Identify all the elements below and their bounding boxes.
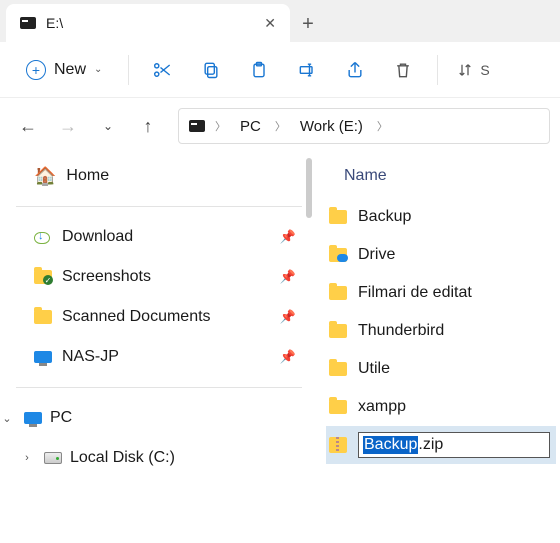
up-button[interactable]: ↑ [130, 108, 166, 144]
file-row[interactable]: Utile [326, 350, 556, 388]
sidebar-label: NAS-JP [62, 348, 270, 366]
pin-icon: 📌 [280, 309, 296, 325]
share-icon [345, 60, 365, 80]
monitor-icon [34, 351, 52, 363]
sidebar-item-localdisk[interactable]: › Local Disk (C:) [16, 438, 302, 478]
cut-button[interactable] [143, 52, 183, 88]
folder-icon [329, 286, 347, 300]
file-row[interactable]: xampp [326, 388, 556, 426]
tab-active[interactable]: E:\ ✕ [6, 4, 290, 42]
file-row[interactable]: Filmari de editat [326, 274, 556, 312]
chevron-down-icon: ⌄ [94, 64, 102, 75]
file-name: Drive [358, 246, 395, 264]
pin-icon: 📌 [280, 349, 296, 365]
nav-bar: ← → ⌄ ↑ 〉 PC 〉 Work (E:) 〉 [0, 98, 560, 154]
chevron-down-icon[interactable]: ⌄ [0, 412, 16, 425]
address-bar[interactable]: 〉 PC 〉 Work (E:) 〉 [178, 108, 550, 144]
separator [128, 55, 129, 85]
sidebar-label: Download [62, 228, 270, 246]
sidebar-label: Scanned Documents [62, 308, 270, 326]
sidebar-label: Screenshots [62, 268, 270, 286]
file-row[interactable]: Thunderbird [326, 312, 556, 350]
rename-rest-text: .zip [418, 436, 443, 454]
pc-icon [24, 412, 42, 424]
back-button[interactable]: ← [10, 108, 46, 144]
copy-button[interactable] [191, 52, 231, 88]
file-name: Filmari de editat [358, 284, 472, 302]
file-name: xampp [358, 398, 406, 416]
divider [16, 206, 302, 207]
sidebar-label: PC [50, 409, 296, 427]
folder-icon [329, 400, 347, 414]
separator [437, 55, 438, 85]
scissors-icon [153, 60, 173, 80]
clipboard-icon [249, 60, 269, 80]
chevron-right-icon: 〉 [373, 118, 392, 134]
chevron-right-icon: 〉 [271, 118, 290, 134]
sort-icon [456, 61, 474, 79]
folder-icon [329, 210, 347, 224]
folder-icon [329, 324, 347, 338]
close-icon[interactable]: ✕ [264, 15, 276, 32]
file-row-renaming[interactable]: Backup.zip [326, 426, 556, 464]
sidebar-item-pc[interactable]: ⌄ PC [16, 398, 302, 438]
copy-icon [201, 60, 221, 80]
pin-icon: 📌 [280, 229, 296, 245]
forward-button[interactable]: → [50, 108, 86, 144]
tab-title: E:\ [46, 15, 254, 31]
delete-button[interactable] [383, 52, 423, 88]
file-name: Utile [358, 360, 390, 378]
tab-bar: E:\ ✕ + [0, 0, 560, 42]
recent-button[interactable]: ⌄ [90, 108, 126, 144]
file-row[interactable]: Backup [326, 198, 556, 236]
divider [16, 387, 302, 388]
sidebar-item-home[interactable]: 🏠 Home [16, 156, 302, 196]
sort-label: S [480, 62, 489, 78]
scrollbar-hint[interactable] [306, 158, 312, 218]
new-tab-button[interactable]: + [290, 6, 326, 42]
download-icon: ↓ [34, 228, 52, 246]
rename-button[interactable] [287, 52, 327, 88]
zip-icon [329, 437, 347, 453]
paste-button[interactable] [239, 52, 279, 88]
drive-icon [44, 452, 62, 464]
sidebar-label: Home [66, 167, 296, 185]
breadcrumb-pc[interactable]: PC [236, 116, 265, 137]
home-icon: 🏠 [34, 166, 56, 187]
rename-selected-text: Backup [363, 436, 418, 454]
share-button[interactable] [335, 52, 375, 88]
sidebar-item-nas[interactable]: NAS-JP 📌 [16, 337, 302, 377]
file-list: Name Backup Drive Filmari de editat Thun… [312, 154, 560, 543]
column-label: Name [344, 167, 387, 185]
file-name: Backup [358, 208, 411, 226]
sidebar-label: Local Disk (C:) [70, 449, 296, 467]
content: 🏠 Home ↓ Download 📌 Screenshots 📌 [0, 154, 560, 543]
sidebar-item-download[interactable]: ↓ Download 📌 [16, 217, 302, 257]
sort-button[interactable]: S [452, 52, 493, 88]
breadcrumb-drive[interactable]: Work (E:) [296, 116, 367, 137]
sidebar-item-screenshots[interactable]: Screenshots 📌 [16, 257, 302, 297]
drive-icon [189, 120, 205, 132]
new-button[interactable]: + New ⌄ [14, 54, 114, 86]
rename-icon [297, 60, 317, 80]
sidebar-item-scanned[interactable]: Scanned Documents 📌 [16, 297, 302, 337]
plus-circle-icon: + [26, 60, 46, 80]
cloud-folder-icon [329, 248, 347, 262]
new-label: New [54, 61, 86, 79]
toolbar: + New ⌄ S [0, 42, 560, 98]
chevron-right-icon: 〉 [211, 118, 230, 134]
trash-icon [393, 60, 413, 80]
column-header-name[interactable]: Name [326, 154, 556, 198]
pin-icon: 📌 [280, 269, 296, 285]
file-row[interactable]: Drive [326, 236, 556, 274]
rename-input[interactable]: Backup.zip [358, 432, 550, 458]
sidebar: 🏠 Home ↓ Download 📌 Screenshots 📌 [0, 154, 312, 543]
folder-icon [329, 362, 347, 376]
chevron-right-icon[interactable]: › [18, 452, 36, 464]
console-icon [20, 15, 36, 31]
file-name: Thunderbird [358, 322, 444, 340]
folder-check-icon [34, 270, 52, 284]
folder-icon [34, 310, 52, 324]
